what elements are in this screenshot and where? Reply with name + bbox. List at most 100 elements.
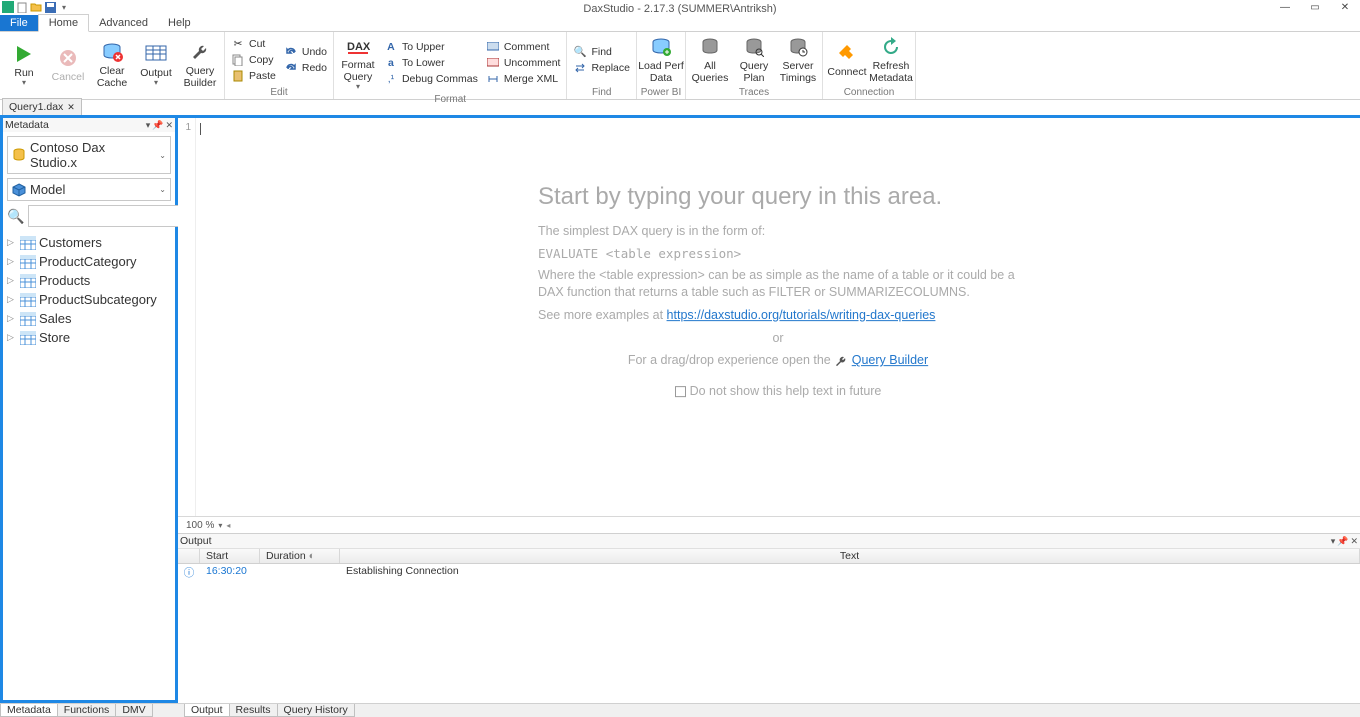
- load-perf-data-button[interactable]: Load Perf Data: [639, 34, 683, 85]
- redo-button[interactable]: Redo: [280, 60, 331, 76]
- query-builder-link[interactable]: Query Builder: [852, 354, 928, 368]
- redo-icon: [284, 61, 298, 75]
- refresh-metadata-button[interactable]: Refresh Metadata: [869, 34, 913, 85]
- database-icon: [12, 148, 26, 162]
- comment-button[interactable]: Comment: [482, 39, 565, 55]
- all-queries-button[interactable]: All Queries: [688, 34, 732, 85]
- table-icon: [20, 293, 36, 307]
- pin-icon[interactable]: 📌: [152, 120, 163, 131]
- expand-icon[interactable]: ▷: [7, 313, 17, 324]
- pin-icon[interactable]: 📌: [1337, 536, 1348, 547]
- server-timings-button[interactable]: Server Timings: [776, 34, 820, 85]
- db-search-icon: [742, 35, 766, 59]
- upper-icon: A: [384, 40, 398, 54]
- close-tab-icon[interactable]: ✕: [67, 102, 75, 113]
- db-icon: [698, 35, 722, 59]
- help-tab[interactable]: Help: [158, 15, 201, 31]
- open-icon[interactable]: [30, 1, 42, 13]
- debug-commas-button[interactable]: ,¹Debug Commas: [380, 71, 482, 87]
- bottom-tab-dmv[interactable]: DMV: [115, 704, 152, 717]
- merge-xml-button[interactable]: Merge XML: [482, 71, 565, 87]
- output-row[interactable]: ⓘ16:30:20Establishing Connection: [178, 564, 1360, 581]
- save-icon[interactable]: [44, 1, 56, 13]
- clear-cache-button[interactable]: Clear Cache: [90, 34, 134, 96]
- lower-icon: a: [384, 56, 398, 70]
- close-button[interactable]: ✕: [1330, 0, 1360, 14]
- scissors-icon: ✂: [231, 37, 245, 51]
- pane-dropdown-icon[interactable]: ▾: [1331, 536, 1336, 547]
- undo-button[interactable]: Undo: [280, 44, 331, 60]
- uncomment-button[interactable]: Uncomment: [482, 55, 565, 71]
- expand-icon[interactable]: ▷: [7, 275, 17, 286]
- new-icon[interactable]: [16, 1, 28, 13]
- pane-dropdown-icon[interactable]: ▾: [146, 120, 151, 131]
- table-item[interactable]: ▷Sales: [7, 309, 171, 328]
- merge-icon: [486, 72, 500, 86]
- table-icon: [20, 312, 36, 326]
- nohelp-checkbox[interactable]: [675, 387, 686, 398]
- replace-button[interactable]: Replace: [569, 60, 634, 76]
- expand-icon[interactable]: ▷: [7, 332, 17, 343]
- comma-icon: ,¹: [384, 72, 398, 86]
- find-button[interactable]: 🔍Find: [569, 44, 634, 60]
- expand-icon[interactable]: ▷: [7, 294, 17, 305]
- close-pane-icon[interactable]: ✕: [1350, 536, 1358, 547]
- close-pane-icon[interactable]: ✕: [165, 120, 173, 131]
- model-selector[interactable]: Model ⌄: [7, 178, 171, 201]
- info-icon: ⓘ: [178, 565, 200, 580]
- scroll-left-icon[interactable]: ◂: [226, 521, 230, 530]
- play-icon: [12, 42, 36, 66]
- refresh-icon: [879, 35, 903, 59]
- table-item[interactable]: ▷ProductCategory: [7, 252, 171, 271]
- examples-link[interactable]: https://daxstudio.org/tutorials/writing-…: [667, 308, 936, 322]
- svg-text:DAX: DAX: [347, 41, 370, 53]
- home-tab[interactable]: Home: [38, 14, 89, 32]
- output-pane-title: Output: [180, 535, 212, 547]
- line-gutter: 1: [178, 118, 196, 516]
- query-tab[interactable]: Query1.dax ✕: [2, 98, 82, 115]
- cancel-button[interactable]: Cancel: [46, 34, 90, 96]
- bottom-tab-output[interactable]: Output: [184, 704, 230, 717]
- output-columns: Start Duration ◐ Text: [178, 549, 1360, 564]
- query-builder-button[interactable]: Query Builder: [178, 34, 222, 96]
- plug-icon: [835, 41, 859, 65]
- cancel-icon: [56, 46, 80, 70]
- database-selector[interactable]: Contoso Dax Studio.x ⌄: [7, 136, 171, 174]
- expand-icon[interactable]: ▷: [7, 256, 17, 267]
- cube-icon: [12, 183, 26, 197]
- search-icon: 🔍: [7, 208, 24, 225]
- minimize-button[interactable]: —: [1270, 0, 1300, 14]
- bottom-tab-metadata[interactable]: Metadata: [0, 704, 58, 717]
- qat-dropdown-icon[interactable]: ▾: [58, 1, 70, 13]
- output-button[interactable]: Output▾: [134, 34, 178, 96]
- copy-button[interactable]: Copy: [227, 52, 280, 68]
- query-editor[interactable]: 1 Start by typing your query in this are…: [178, 118, 1360, 517]
- clear-cache-icon: [100, 40, 124, 64]
- query-plan-button[interactable]: Query Plan: [732, 34, 776, 85]
- bottom-tab-results[interactable]: Results: [229, 704, 278, 717]
- bottom-tab-query-history[interactable]: Query History: [277, 704, 355, 717]
- comment-icon: [486, 40, 500, 54]
- table-item[interactable]: ▷ProductSubcategory: [7, 290, 171, 309]
- zoom-dropdown-icon[interactable]: ▾: [218, 521, 222, 530]
- to-upper-button[interactable]: ATo Upper: [380, 39, 482, 55]
- copy-icon: [231, 53, 245, 67]
- table-item[interactable]: ▷Products: [7, 271, 171, 290]
- advanced-tab[interactable]: Advanced: [89, 15, 158, 31]
- table-tree: ▷Customers▷ProductCategory▷Products▷Prod…: [3, 233, 175, 347]
- file-tab[interactable]: File: [0, 15, 38, 31]
- expand-icon[interactable]: ▷: [7, 237, 17, 248]
- table-item[interactable]: ▷Customers: [7, 233, 171, 252]
- cut-button[interactable]: ✂Cut: [227, 36, 280, 52]
- metadata-search-input[interactable]: [28, 205, 193, 227]
- help-placeholder: Start by typing your query in this area.…: [538, 183, 1018, 406]
- maximize-button[interactable]: ▭: [1300, 0, 1330, 14]
- format-query-button[interactable]: DAX Format Query▾: [336, 34, 380, 92]
- table-icon: [20, 274, 36, 288]
- table-item[interactable]: ▷Store: [7, 328, 171, 347]
- run-button[interactable]: Run▾: [2, 34, 46, 96]
- paste-button[interactable]: Paste: [227, 68, 280, 84]
- bottom-tab-functions[interactable]: Functions: [57, 704, 117, 717]
- connect-button[interactable]: Connect: [825, 34, 869, 85]
- to-lower-button[interactable]: aTo Lower: [380, 55, 482, 71]
